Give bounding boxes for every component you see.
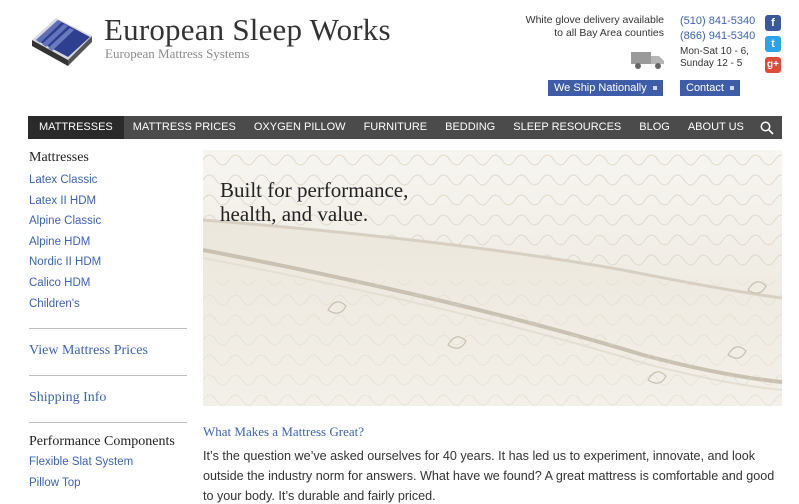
nav-item-oxygen-pillow[interactable]: OXYGEN PILLOW — [245, 116, 355, 139]
hero-headline: Built for performance, health, and value… — [220, 178, 408, 226]
store-hours: Mon-Sat 10 - 6, Sunday 12 - 5 — [680, 46, 749, 70]
contact-button[interactable]: Contact — [680, 80, 740, 96]
sidebar-item-flexible-slat-system[interactable]: Flexible Slat System — [29, 452, 187, 473]
phone-link-866[interactable]: (866) 941-5340 — [680, 29, 755, 44]
sidebar-heading-mattresses: Mattresses — [29, 150, 89, 165]
nav-item-bedding[interactable]: BEDDING — [436, 116, 504, 139]
sidebar-link-mattress-prices[interactable]: View Mattress Prices — [29, 343, 187, 359]
sidebar-item-childrens[interactable]: Children's — [29, 294, 187, 315]
nav-item-furniture[interactable]: FURNITURE — [355, 116, 437, 139]
square-icon — [729, 86, 734, 91]
square-icon — [652, 86, 657, 91]
contact-label: Contact — [686, 82, 724, 94]
sidebar-item-calico-hdm[interactable]: Calico HDM — [29, 273, 187, 294]
nav-item-sleep-resources[interactable]: SLEEP RESOURCES — [504, 116, 630, 139]
article-body: It’s the question we’ve asked ourselves … — [203, 449, 775, 503]
nav-item-about-us[interactable]: ABOUT US — [679, 116, 753, 139]
social-links: f t g+ — [765, 15, 781, 78]
sidebar-item-alpine-hdm[interactable]: Alpine HDM — [29, 232, 187, 253]
hours-line-1: Mon-Sat 10 - 6, — [680, 46, 749, 57]
sidebar-item-pillow-top[interactable]: Pillow Top — [29, 473, 187, 494]
hero-banner: Built for performance, health, and value… — [203, 150, 782, 406]
brand-logo[interactable] — [28, 10, 98, 66]
sidebar-divider — [29, 375, 187, 377]
main-nav: MATTRESSES MATTRESS PRICES OXYGEN PILLOW… — [28, 116, 782, 139]
hours-line-2: Sunday 12 - 5 — [680, 58, 743, 69]
hero-headline-line-1: Built for performance, — [220, 178, 409, 202]
nav-item-mattresses[interactable]: MATTRESSES — [28, 116, 124, 139]
brand-title[interactable]: European Sleep Works — [104, 12, 391, 48]
sidebar-item-nordic-ii-hdm[interactable]: Nordic II HDM — [29, 252, 187, 273]
hero-headline-line-2: health, and value. — [220, 202, 369, 226]
brand-subtitle: European Mattress Systems — [105, 46, 250, 61]
delivery-line-1: White glove delivery available — [525, 14, 664, 26]
nav-item-mattress-prices[interactable]: MATTRESS PRICES — [124, 116, 245, 139]
sidebar-heading-components: Performance Components — [29, 434, 175, 450]
facebook-icon[interactable]: f — [765, 15, 781, 31]
sidebar-item-alpine-classic[interactable]: Alpine Classic — [29, 211, 187, 232]
ship-nationally-button[interactable]: We Ship Nationally — [548, 80, 663, 96]
twitter-icon[interactable]: t — [765, 36, 781, 52]
phone-numbers: (510) 841-5340 (866) 941-5340 — [680, 14, 755, 44]
sidebar-item-latex-classic[interactable]: Latex Classic — [29, 170, 187, 191]
sidebar-divider — [29, 422, 187, 424]
article-title: What Makes a Mattress Great? — [203, 424, 364, 439]
sidebar-item-latex-ii-hdm[interactable]: Latex II HDM — [29, 191, 187, 212]
delivery-note: White glove delivery available to all Ba… — [520, 14, 664, 40]
sidebar: Mattresses Latex Classic Latex II HDM Al… — [29, 150, 187, 493]
nav-search-button[interactable] — [753, 116, 782, 139]
truck-icon — [631, 52, 664, 69]
google-plus-icon[interactable]: g+ — [765, 57, 781, 73]
ship-nationally-label: We Ship Nationally — [554, 82, 647, 94]
phone-link-510[interactable]: (510) 841-5340 — [680, 14, 755, 29]
search-icon — [760, 121, 775, 135]
delivery-line-2: to all Bay Area counties — [554, 27, 664, 39]
nav-item-blog[interactable]: BLOG — [630, 116, 679, 139]
sidebar-divider — [29, 328, 187, 330]
sidebar-link-shipping-info[interactable]: Shipping Info — [29, 390, 187, 406]
